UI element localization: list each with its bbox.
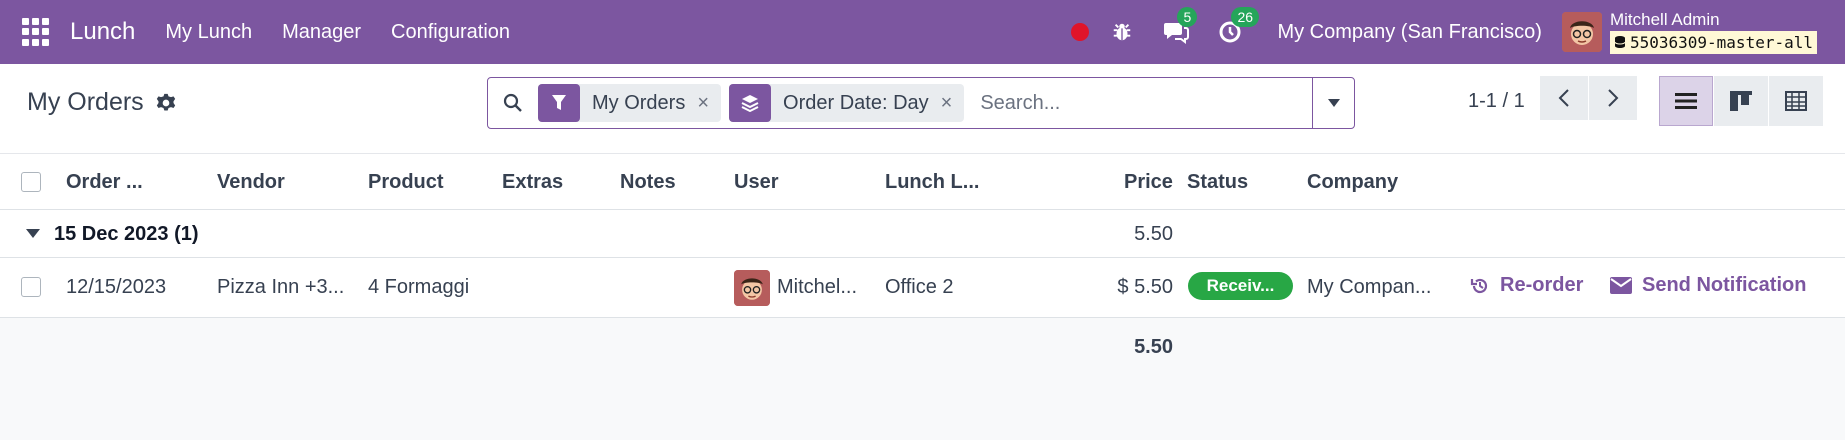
chevron-left-icon [1558, 89, 1569, 107]
select-all-checkbox[interactable] [21, 172, 41, 192]
menu-my-lunch[interactable]: My Lunch [165, 21, 252, 44]
menu-configuration[interactable]: Configuration [391, 21, 510, 44]
facet-groupby-remove-icon[interactable]: × [941, 92, 965, 115]
cell-product: 4 Formaggi [368, 276, 470, 298]
top-navbar: Lunch My Lunch Manager Configuration 5 2… [0, 0, 1845, 64]
debug-bug-icon[interactable] [1109, 19, 1135, 45]
avatar [734, 270, 770, 306]
cell-user: Mitchel... [777, 276, 858, 298]
totals-row: 5.50 [0, 318, 1845, 378]
facet-filter-label: My Orders [592, 91, 686, 114]
cell-lunch-location: Office 2 [885, 276, 954, 298]
chevron-right-icon [1608, 89, 1619, 107]
facet-filter-remove-icon[interactable]: × [697, 92, 721, 115]
cell-company: My Compan... [1307, 276, 1432, 298]
search-input[interactable] [972, 84, 1312, 122]
database-name: 55036309-master-all [1629, 32, 1813, 52]
layers-icon [729, 84, 772, 122]
reorder-button[interactable]: Re-order [1470, 274, 1583, 297]
page-title: My Orders [27, 88, 176, 117]
send-notification-button[interactable]: Send Notification [1610, 274, 1806, 297]
search-bar: My Orders × Order Date: Day × [487, 77, 1355, 129]
database-badge: 55036309-master-all [1609, 30, 1817, 54]
group-label: 15 Dec 2023 (1) [54, 223, 199, 245]
activities-count-badge: 26 [1231, 7, 1260, 27]
cell-vendor: Pizza Inn +3... [217, 276, 345, 298]
col-company[interactable]: Company [1307, 171, 1398, 194]
kanban-view-icon [1730, 91, 1752, 111]
col-product[interactable]: Product [368, 171, 444, 194]
user-menu[interactable]: Mitchell Admin 55036309-master-all [1609, 9, 1817, 54]
col-lunch-location[interactable]: Lunch L... [885, 171, 979, 194]
col-user[interactable]: User [734, 171, 778, 194]
table-grid-icon [1785, 91, 1807, 111]
cell-price: $ 5.50 [1117, 276, 1173, 298]
database-icon [1614, 36, 1626, 48]
facet-filter: My Orders × [538, 84, 722, 122]
list-view-icon [1675, 93, 1697, 109]
reorder-label: Re-order [1500, 274, 1584, 296]
pager-value[interactable]: 1-1 / 1 [1468, 90, 1525, 113]
search-options-toggle[interactable] [1312, 78, 1354, 128]
facet-groupby-label: Order Date: Day [783, 91, 929, 114]
send-notification-label: Send Notification [1642, 274, 1807, 296]
recording-indicator-icon[interactable] [1071, 23, 1090, 41]
grand-total-price: 5.50 [1134, 336, 1173, 358]
page-title-text: My Orders [27, 88, 144, 116]
caret-down-icon [1327, 99, 1340, 107]
col-vendor[interactable]: Vendor [217, 171, 285, 194]
user-name: Mitchell Admin [1609, 9, 1720, 29]
facet-groupby: Order Date: Day × [729, 84, 965, 122]
group-row[interactable]: 15 Dec 2023 (1) 5.50 [0, 211, 1845, 258]
col-order-date[interactable]: Order ... [66, 171, 143, 194]
table-row[interactable]: 12/15/2023 Pizza Inn +3... 4 Formaggi Mi… [0, 258, 1845, 318]
pager-next-button[interactable] [1589, 76, 1637, 120]
envelope-icon [1610, 277, 1632, 294]
col-extras[interactable]: Extras [502, 171, 563, 194]
group-price-total: 5.50 [1134, 223, 1173, 245]
pivot-view-button[interactable] [1769, 76, 1823, 126]
cell-order-date: 12/15/2023 [66, 276, 167, 298]
activities-clock-icon[interactable]: 26 [1217, 7, 1260, 45]
col-price[interactable]: Price [1124, 171, 1173, 194]
messages-count-badge: 5 [1177, 7, 1198, 27]
row-checkbox[interactable] [21, 277, 41, 297]
status-badge: Receiv... [1188, 272, 1293, 300]
menu-manager[interactable]: Manager [282, 21, 361, 44]
col-status[interactable]: Status [1187, 171, 1248, 194]
control-panel: My Orders My Orders × Order Date: Day × … [0, 64, 1845, 154]
kanban-view-button[interactable] [1714, 76, 1768, 126]
company-switcher[interactable]: My Company (San Francisco) [1277, 21, 1542, 44]
gear-icon[interactable] [156, 93, 176, 113]
col-notes[interactable]: Notes [620, 171, 676, 194]
list-view-button[interactable] [1659, 76, 1713, 126]
filter-icon [538, 84, 580, 122]
history-icon [1470, 278, 1488, 293]
user-avatar[interactable] [1561, 12, 1602, 52]
search-icon[interactable] [488, 93, 538, 113]
pager-previous-button[interactable] [1540, 76, 1588, 120]
app-name[interactable]: Lunch [70, 18, 135, 46]
app-switcher-icon[interactable] [22, 18, 50, 46]
messages-icon[interactable]: 5 [1163, 7, 1198, 45]
table-header: Order ... Vendor Product Extras Notes Us… [0, 155, 1845, 210]
caret-down-icon [26, 229, 40, 238]
